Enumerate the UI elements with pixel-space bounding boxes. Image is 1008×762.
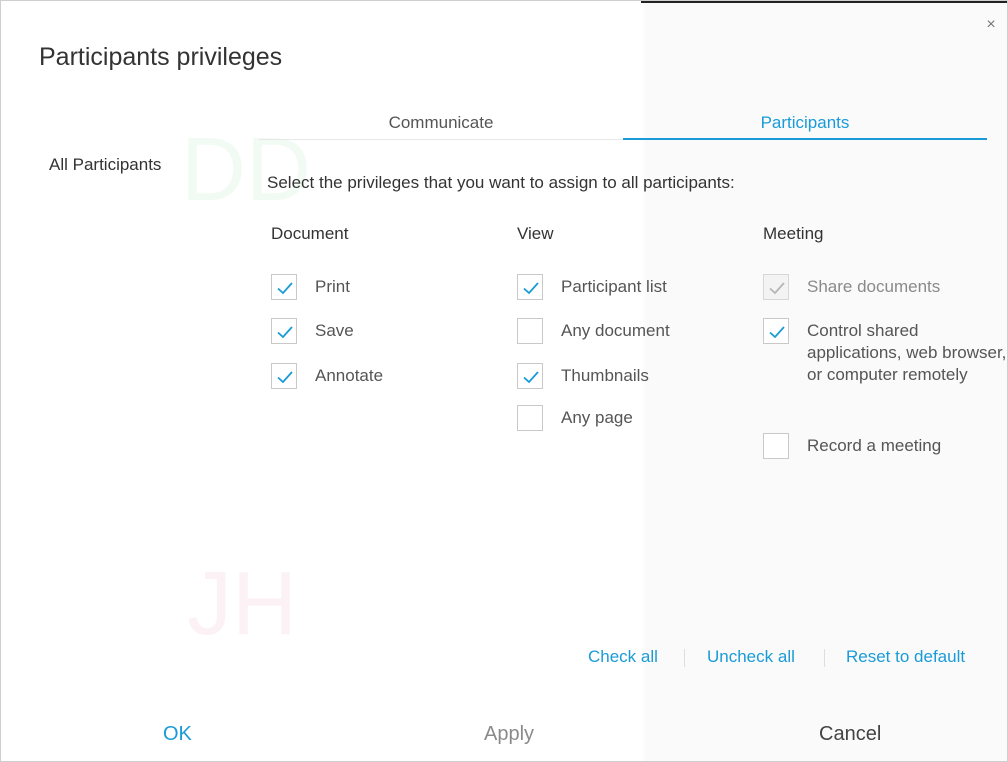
document-column: Document Print Save Annotate: [271, 223, 383, 389]
checkmark-icon: [277, 326, 293, 339]
link-divider: [684, 649, 685, 667]
ok-button[interactable]: OK: [163, 723, 192, 746]
checkbox-save[interactable]: [271, 318, 297, 344]
sidebar-item-all-participants[interactable]: All Participants: [49, 155, 161, 175]
tab-bar: Communicate Participants: [259, 107, 987, 140]
option-label: Share documents: [807, 277, 941, 296]
check-all-link[interactable]: Check all: [588, 647, 658, 667]
checkbox-annotate[interactable]: [271, 363, 297, 389]
checkmark-icon: [769, 282, 785, 295]
checkmark-icon: [523, 371, 539, 384]
checkbox-control-shared-applications[interactable]: [763, 318, 789, 344]
option-label: Thumbnails: [561, 366, 649, 385]
option-label: Annotate: [315, 366, 384, 385]
tab-communicate[interactable]: Communicate: [259, 107, 623, 139]
option-label: Record a meeting: [807, 436, 942, 455]
checkbox-record-a-meeting[interactable]: [763, 433, 789, 459]
checkmark-icon: [523, 282, 539, 295]
view-column: View Participant list Any document Thumb…: [517, 223, 670, 431]
option-label: Any document: [561, 321, 670, 340]
checkmark-icon: [277, 282, 293, 295]
option-label: Save: [315, 321, 354, 340]
checkbox-participant-list[interactable]: [517, 274, 543, 300]
option-label: Print: [315, 277, 350, 296]
link-divider: [824, 649, 825, 667]
cancel-button[interactable]: Cancel: [819, 723, 881, 746]
checkbox-any-document[interactable]: [517, 318, 543, 344]
tab-participants[interactable]: Participants: [623, 107, 987, 140]
reset-to-default-link[interactable]: Reset to default: [846, 647, 965, 667]
watermark-initials-jh: JH: [187, 554, 297, 654]
document-heading: Document: [271, 224, 349, 243]
checkbox-share-documents[interactable]: [763, 274, 789, 300]
close-icon[interactable]: ×: [981, 15, 1001, 35]
checkmark-icon: [277, 371, 293, 384]
uncheck-all-link[interactable]: Uncheck all: [707, 647, 795, 667]
meeting-heading: Meeting: [763, 224, 824, 243]
checkbox-any-page[interactable]: [517, 405, 543, 431]
option-label: Any page: [561, 408, 633, 427]
option-label: Control shared applications, web browser…: [807, 321, 1007, 384]
view-heading: View: [517, 224, 554, 243]
option-label: Participant list: [561, 277, 667, 296]
participants-privileges-dialog: DD JH Participants privileges × Communic…: [0, 0, 1008, 762]
checkmark-icon: [769, 326, 785, 339]
window-top-strip: [641, 1, 1007, 3]
meeting-column: Meeting Share documents Control shared a…: [763, 223, 1006, 459]
checkbox-print[interactable]: [271, 274, 297, 300]
checkbox-thumbnails[interactable]: [517, 363, 543, 389]
apply-button[interactable]: Apply: [484, 723, 534, 746]
dialog-title: Participants privileges: [39, 43, 283, 71]
instruction-text: Select the privileges that you want to a…: [267, 173, 735, 192]
